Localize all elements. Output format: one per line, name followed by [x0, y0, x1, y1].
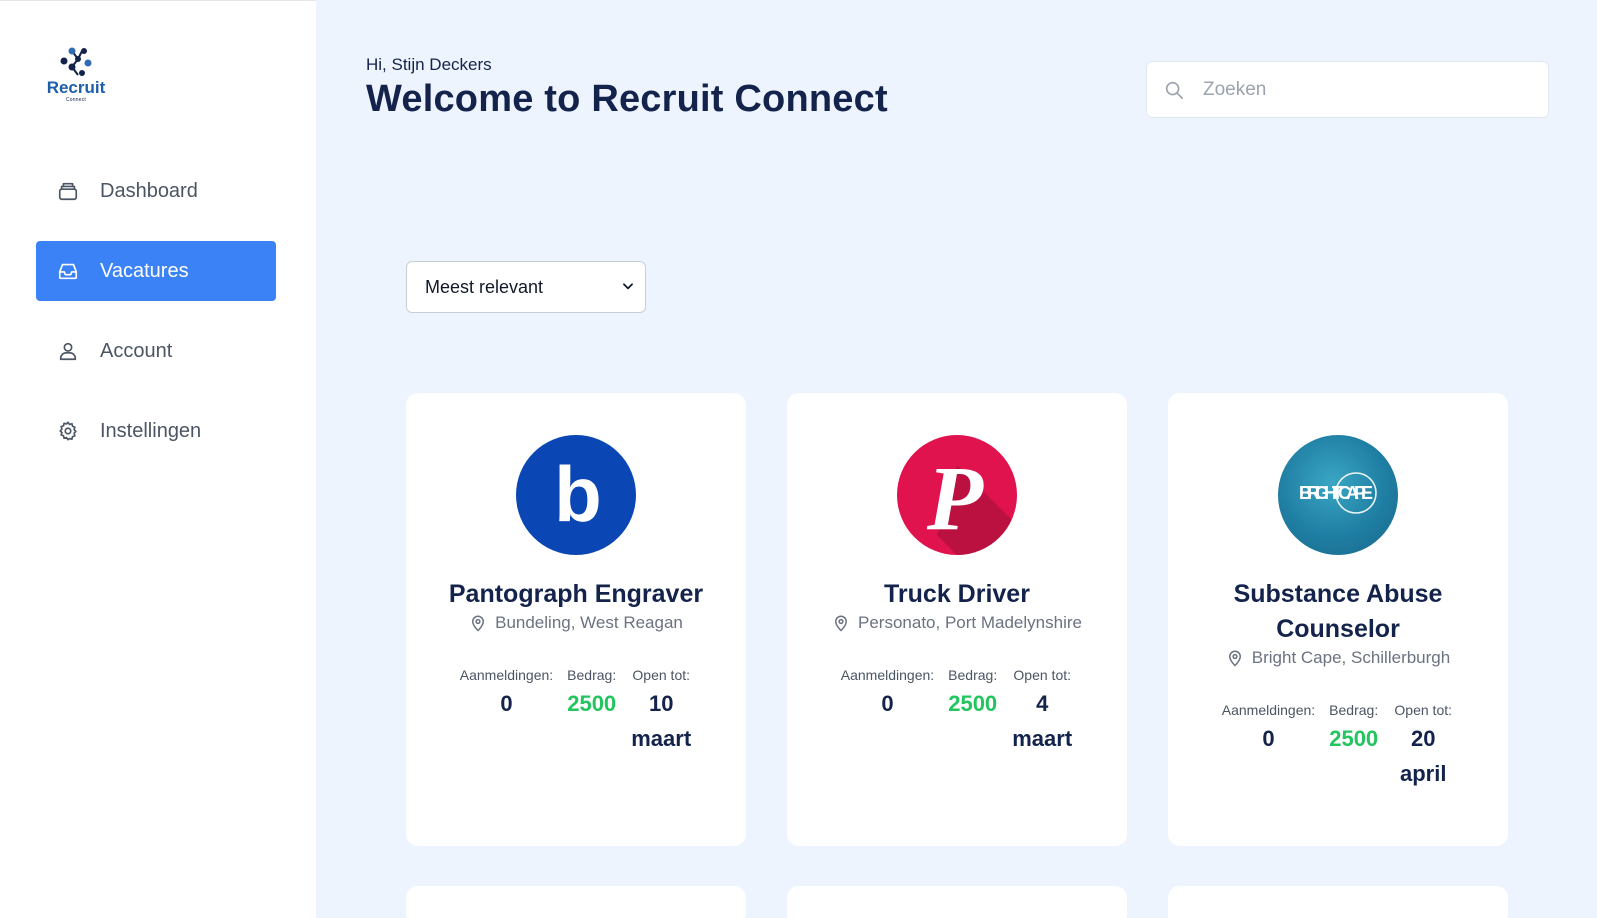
brand-subtitle: Connect: [65, 97, 87, 103]
company-logo: BRIGHT CAPE: [1278, 435, 1398, 555]
stat-label: Aanmeldingen:: [840, 667, 935, 683]
inbox-icon: [56, 259, 80, 283]
stat-label: Bedrag:: [1329, 702, 1379, 718]
stat-applications: Aanmeldingen: 0: [841, 667, 934, 756]
brand-mark-icon: [60, 47, 92, 76]
user-icon: [56, 339, 80, 363]
svg-text:P: P: [926, 447, 984, 549]
stat-value: 0: [881, 691, 894, 716]
stat-amount: Bedrag: 2500: [567, 667, 616, 756]
map-pin-icon: [469, 614, 487, 632]
job-location-text: Bright Cape, Schillerburgh: [1251, 648, 1451, 667]
sort-select[interactable]: Meest relevant: [406, 261, 646, 313]
job-location-text: Personato, Port Madelynshire: [858, 613, 1082, 632]
job-title: Substance Abuse Counselor: [1233, 580, 1443, 643]
stat-amount: Bedrag: 2500: [948, 667, 997, 756]
stat-value: 10 maart: [631, 691, 692, 751]
stat-value: 20 april: [1399, 726, 1447, 786]
sidebar: Recruit Connect Dashboard Vacatures Acco…: [0, 0, 316, 918]
stat-label: Bedrag:: [948, 667, 998, 683]
job-card[interactable]: P Truck Driver Personato, Port Madelynsh…: [787, 393, 1127, 846]
company-logo: P: [897, 435, 1017, 555]
brand-name: Recruit: [46, 78, 106, 97]
job-stats: Aanmeldingen: 0 Bedrag: 2500 Open tot: 1…: [406, 667, 746, 756]
job-location: Bundeling, West Reagan: [406, 613, 746, 633]
company-bright-cape-logo-icon: BRIGHT CAPE: [1299, 472, 1377, 514]
svg-text:b: b: [554, 450, 602, 538]
stat-value: 2500: [567, 691, 617, 716]
stat-value: 2500: [1329, 726, 1379, 751]
job-card-partial[interactable]: [406, 886, 746, 918]
job-card[interactable]: BRIGHT CAPE Substance Abuse Counselor Br…: [1168, 393, 1508, 846]
sidebar-item-label: Instellingen: [100, 419, 202, 442]
job-card-partial[interactable]: [1168, 886, 1508, 918]
map-pin-icon: [832, 614, 850, 632]
stat-amount: Bedrag: 2500: [1329, 702, 1378, 791]
sidebar-item-vacatures[interactable]: Vacatures: [36, 241, 276, 301]
main-content: Hi, Stijn Deckers Welcome to Recruit Con…: [316, 0, 1597, 918]
job-card-partial[interactable]: [787, 886, 1127, 918]
stat-applications: Aanmeldingen: 0: [1222, 702, 1315, 791]
job-card[interactable]: b Pantograph Engraver Bundeling, West Re…: [406, 393, 746, 846]
search-bar[interactable]: [1146, 61, 1549, 118]
map-pin-icon: [1226, 649, 1244, 667]
stat-applications: Aanmeldingen: 0: [460, 667, 553, 756]
stat-value: 2500: [948, 691, 998, 716]
brand-logo[interactable]: Recruit Connect: [40, 45, 112, 117]
job-location-text: Bundeling, West Reagan: [495, 613, 683, 632]
company-p-logo-icon: P: [926, 447, 1017, 555]
sidebar-item-dashboard[interactable]: Dashboard: [36, 161, 276, 221]
job-title: Truck Driver: [884, 580, 1030, 608]
chevron-down-icon: [621, 277, 635, 298]
sidebar-nav: Dashboard Vacatures Account Instellingen: [36, 161, 276, 481]
stat-value: 4 maart: [1012, 691, 1073, 751]
stat-label: Bedrag:: [567, 667, 617, 683]
sidebar-item-label: Account: [100, 339, 173, 362]
stat-label: Aanmeldingen:: [459, 667, 554, 683]
app-root: Recruit Connect Dashboard Vacatures Acco…: [0, 0, 1597, 918]
job-stats: Aanmeldingen: 0 Bedrag: 2500 Open tot: 2…: [1168, 702, 1508, 791]
company-logo: b: [516, 435, 636, 555]
dashboard-icon: [56, 179, 80, 203]
job-title: Pantograph Engraver: [448, 580, 704, 608]
stat-label: Aanmeldingen:: [1221, 702, 1316, 718]
page-title: Welcome to Recruit Connect: [366, 78, 888, 120]
sidebar-item-label: Dashboard: [100, 179, 198, 202]
search-input[interactable]: [1203, 78, 1523, 101]
sidebar-item-account[interactable]: Account: [36, 321, 276, 381]
stat-label: Open tot:: [632, 667, 691, 683]
sidebar-item-label: Vacatures: [100, 259, 189, 282]
job-stats: Aanmeldingen: 0 Bedrag: 2500 Open tot: 4…: [787, 667, 1127, 756]
company-b-logo-icon: b: [554, 450, 602, 538]
stat-open-until: Open tot: 20 april: [1392, 702, 1454, 791]
stat-value: 0: [500, 691, 513, 716]
greeting: Hi, Stijn Deckers: [366, 55, 492, 74]
gear-icon: [56, 419, 80, 443]
sort-selected-value: Meest relevant: [425, 276, 544, 297]
stat-label: Open tot:: [1013, 667, 1072, 683]
search-icon: [1163, 79, 1185, 101]
svg-text:BRIGHT CAPE: BRIGHT CAPE: [1299, 483, 1373, 503]
stat-value: 0: [1262, 726, 1275, 751]
stat-open-until: Open tot: 10 maart: [630, 667, 692, 756]
job-location: Personato, Port Madelynshire: [787, 613, 1127, 633]
stat-open-until: Open tot: 4 maart: [1011, 667, 1073, 756]
stat-label: Open tot:: [1394, 702, 1453, 718]
sidebar-item-instellingen[interactable]: Instellingen: [36, 401, 276, 461]
job-location: Bright Cape, Schillerburgh: [1168, 648, 1508, 668]
